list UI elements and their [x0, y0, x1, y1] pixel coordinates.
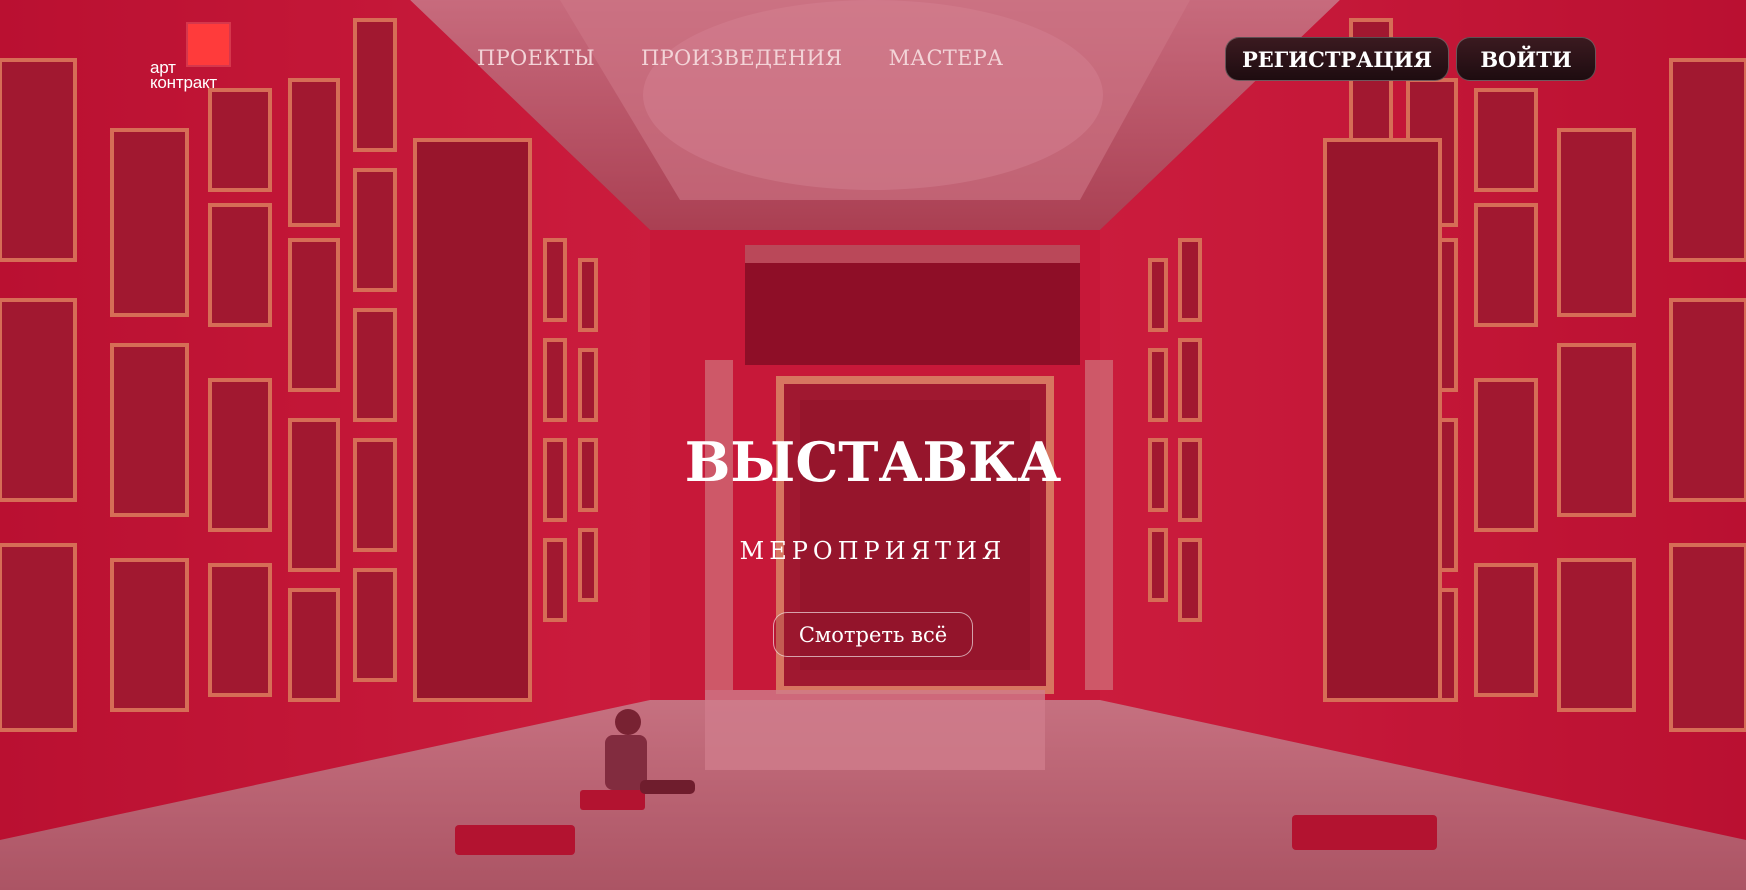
- nav-item-masters[interactable]: МАСТЕРА: [888, 46, 1003, 70]
- logo-wordmark: арт контракт: [150, 58, 217, 92]
- hero-section: арт контракт ПРОЕКТЫ ПРОИЗВЕДЕНИЯ МАСТЕР…: [0, 0, 1746, 890]
- view-all-button[interactable]: Смотреть всё: [773, 612, 973, 657]
- nav-item-projects[interactable]: ПРОЕКТЫ: [477, 46, 595, 70]
- hero-title: ВЫСТАВКА: [684, 430, 1062, 494]
- logo-red-square-icon: [188, 24, 229, 65]
- hero-subtitle: МЕРОПРИЯТИЯ: [739, 537, 1007, 565]
- main-nav: ПРОЕКТЫ ПРОИЗВЕДЕНИЯ МАСТЕРА: [477, 46, 1003, 70]
- login-button[interactable]: ВОЙТИ: [1456, 37, 1596, 81]
- site-logo[interactable]: арт контракт: [150, 24, 240, 94]
- nav-item-works[interactable]: ПРОИЗВЕДЕНИЯ: [641, 46, 842, 70]
- register-button[interactable]: РЕГИСТРАЦИЯ: [1225, 37, 1449, 81]
